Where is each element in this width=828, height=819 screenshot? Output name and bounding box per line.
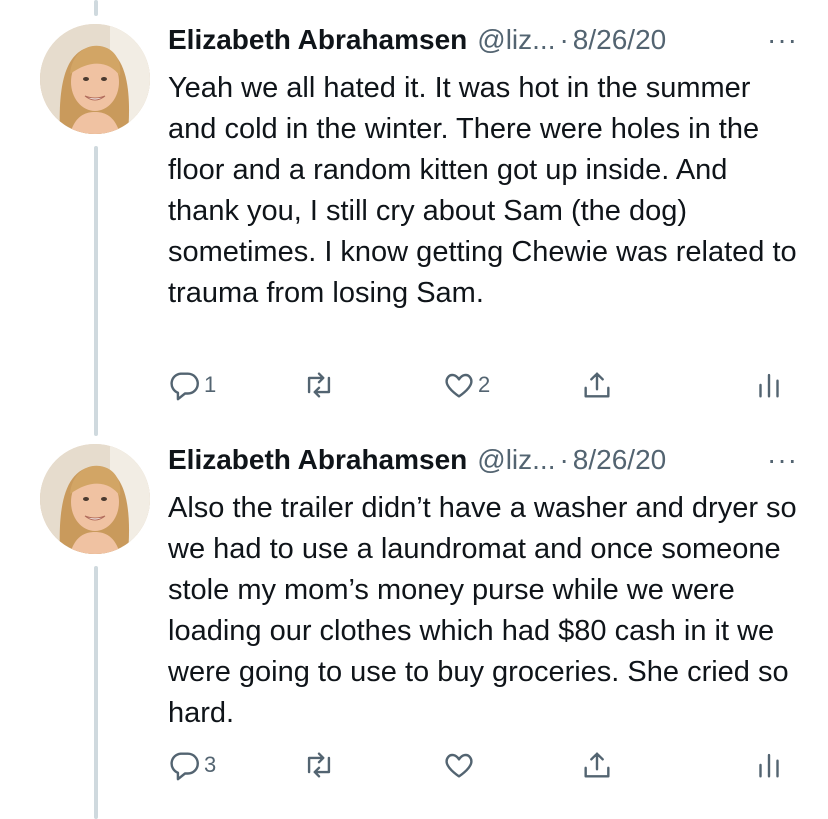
tweet-content: Elizabeth Abrahamsen @liz... · 8/26/20 ·… — [168, 444, 798, 734]
author-name[interactable]: Elizabeth Abrahamsen — [168, 444, 467, 476]
separator: · — [559, 24, 569, 55]
tweet-text: Also the trailer didn’t have a washer an… — [168, 492, 805, 729]
avatar[interactable] — [40, 444, 150, 554]
retweet-icon — [307, 372, 331, 398]
share-button[interactable] — [580, 368, 614, 402]
separator: · — [559, 444, 569, 475]
analytics-button[interactable] — [752, 748, 786, 782]
reply-icon — [170, 372, 199, 401]
tweet-date[interactable]: 8/26/20 — [573, 444, 666, 476]
retweet-icon — [307, 752, 331, 778]
reply-button[interactable]: 1 — [168, 368, 216, 402]
reply-count: 1 — [204, 372, 217, 397]
like-button[interactable] — [442, 748, 478, 782]
analytics-button[interactable] — [752, 368, 786, 402]
tweet[interactable]: Elizabeth Abrahamsen @liz... · 8/26/20 ·… — [0, 444, 828, 819]
analytics-icon — [759, 373, 779, 398]
avatar-image — [40, 24, 150, 134]
like-icon — [445, 753, 473, 778]
share-icon — [584, 372, 610, 398]
tweet-actions: 1 2 — [0, 368, 828, 408]
tweet-text: Yeah we all hated it. It was hot in the … — [168, 72, 805, 309]
share-button[interactable] — [580, 748, 614, 782]
reply-icon — [170, 752, 199, 781]
avatar[interactable] — [40, 24, 150, 134]
like-button[interactable]: 2 — [442, 368, 490, 402]
reply-button[interactable]: 3 — [168, 748, 216, 782]
more-options-icon[interactable]: ··· — [767, 24, 798, 56]
tweet-content: Elizabeth Abrahamsen @liz... · 8/26/20 ·… — [168, 24, 798, 314]
tweet-date[interactable]: 8/26/20 — [573, 24, 666, 56]
retweet-button[interactable] — [302, 368, 338, 402]
retweet-button[interactable] — [302, 748, 338, 782]
like-icon — [445, 373, 473, 398]
author-name[interactable]: Elizabeth Abrahamsen — [168, 24, 467, 56]
analytics-icon — [759, 753, 779, 778]
reply-count: 3 — [204, 752, 217, 777]
tweet-actions: 3 — [0, 748, 828, 788]
tweet-header: Elizabeth Abrahamsen @liz... · 8/26/20 ·… — [168, 24, 798, 68]
author-handle[interactable]: @liz... — [477, 24, 555, 56]
tweet[interactable]: Elizabeth Abrahamsen @liz... · 8/26/20 ·… — [0, 24, 828, 424]
author-handle[interactable]: @liz... — [477, 444, 555, 476]
thread-line-top — [94, 0, 98, 16]
tweet-header: Elizabeth Abrahamsen @liz... · 8/26/20 ·… — [168, 444, 798, 488]
like-count: 2 — [478, 372, 491, 397]
avatar-image — [40, 444, 150, 554]
share-icon — [584, 752, 610, 778]
more-options-icon[interactable]: ··· — [767, 444, 798, 476]
